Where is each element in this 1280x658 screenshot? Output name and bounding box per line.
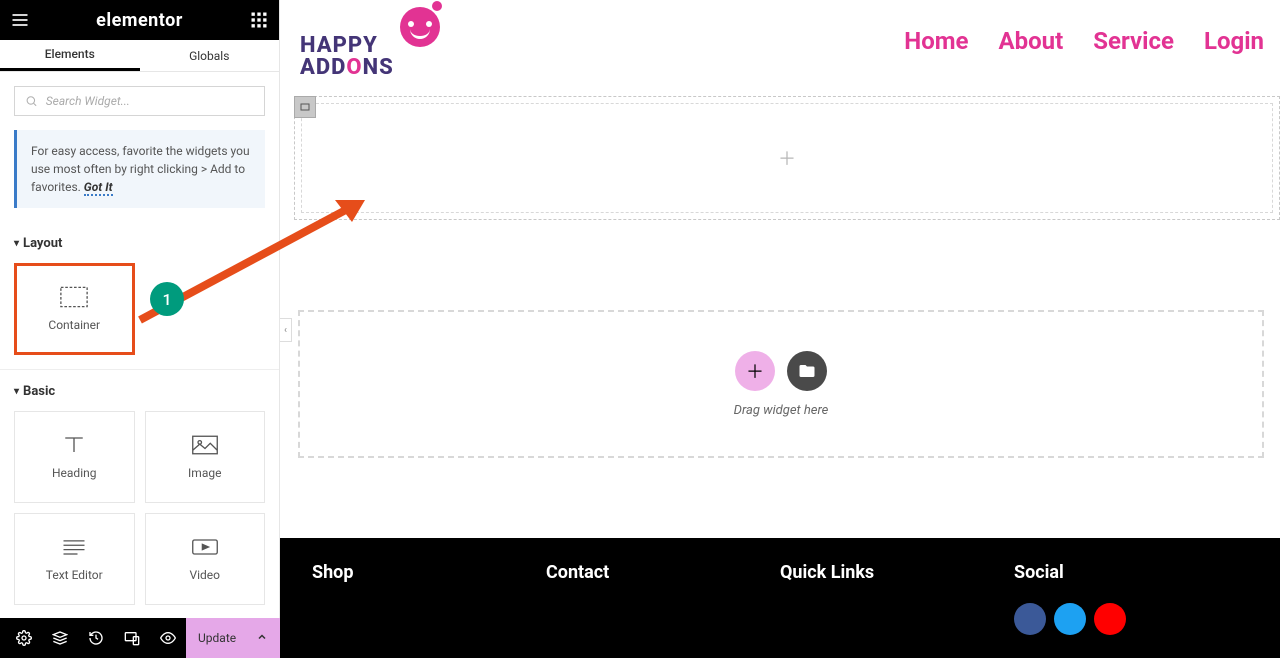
section-layout-title[interactable]: Layout (14, 236, 265, 251)
tip-text: For easy access, favorite the widgets yo… (31, 144, 250, 194)
container-icon (60, 286, 88, 308)
nav-home[interactable]: Home (904, 27, 968, 55)
preview-icon[interactable] (150, 618, 186, 658)
update-area: Update (186, 618, 280, 658)
widget-video-label: Video (189, 568, 220, 582)
navigator-icon[interactable] (42, 618, 78, 658)
search-icon (25, 94, 38, 108)
inner-dropzone[interactable]: ＋ (301, 103, 1273, 213)
widget-container-label: Container (48, 318, 100, 332)
section-handle-icon[interactable] (294, 96, 316, 118)
add-section-button[interactable]: ＋ (735, 351, 775, 391)
add-element-icon[interactable]: ＋ (778, 145, 796, 171)
twitter-icon[interactable] (1054, 603, 1086, 635)
sidebar-footer: Update (0, 618, 279, 658)
logo-face-icon (400, 7, 440, 47)
brand-title: elementor (96, 10, 183, 31)
widget-heading[interactable]: Heading (14, 411, 135, 503)
nav-service[interactable]: Service (1093, 27, 1174, 55)
section-basic-title[interactable]: Basic (14, 384, 265, 399)
preview-nav: Home About Service Login (904, 27, 1264, 55)
section-dropzone[interactable]: ＋ (294, 96, 1280, 220)
text-editor-icon (60, 536, 88, 558)
elementor-sidebar: elementor Elements Globals For easy acce… (0, 0, 280, 658)
responsive-icon[interactable] (114, 618, 150, 658)
tab-globals[interactable]: Globals (140, 40, 280, 71)
youtube-icon[interactable] (1094, 603, 1126, 635)
favorites-tip: For easy access, favorite the widgets yo… (14, 130, 265, 208)
sidebar-header: elementor (0, 0, 279, 40)
annotation-step-badge: 1 (150, 282, 184, 316)
update-caret-icon[interactable] (256, 631, 268, 646)
update-button[interactable]: Update (198, 631, 236, 645)
footer-col-quicklinks: Quick Links (780, 562, 1014, 658)
widget-text-editor-label: Text Editor (46, 568, 103, 582)
section-layout: Layout Container (0, 222, 279, 370)
search-box[interactable] (14, 86, 265, 116)
footer-col-contact: Contact (546, 562, 780, 658)
nav-login[interactable]: Login (1204, 27, 1264, 55)
collapse-sidebar-icon[interactable]: ‹ (280, 318, 292, 342)
widget-video[interactable]: Video (145, 513, 266, 605)
hamburger-menu-icon[interactable] (10, 10, 30, 30)
footer-col-social: Social (1014, 562, 1248, 658)
settings-icon[interactable] (6, 618, 42, 658)
drag-widget-text: Drag widget here (734, 403, 829, 418)
heading-icon (60, 434, 88, 456)
widget-heading-label: Heading (52, 466, 97, 480)
logo-line2: ADDONS (300, 55, 394, 80)
preview-footer: Shop Contact Quick Links Social (280, 538, 1280, 658)
history-icon[interactable] (78, 618, 114, 658)
widget-image[interactable]: Image (145, 411, 266, 503)
empty-section-dropzone[interactable]: ＋ Drag widget here (298, 310, 1264, 458)
widget-text-editor[interactable]: Text Editor (14, 513, 135, 605)
image-icon (191, 434, 219, 456)
video-icon (191, 536, 219, 558)
preview-canvas: HAPPY ADDONS Home About Service Login ＋ … (280, 0, 1280, 658)
section-basic: Basic Heading Image Text Editor (0, 370, 279, 618)
happy-addons-logo: HAPPY ADDONS (300, 7, 440, 75)
preview-header: HAPPY ADDONS Home About Service Login (280, 0, 1280, 82)
nav-about[interactable]: About (999, 27, 1064, 55)
widget-image-label: Image (188, 466, 221, 480)
widget-container[interactable]: Container (14, 263, 135, 355)
tab-elements[interactable]: Elements (0, 40, 140, 71)
add-template-button[interactable] (787, 351, 827, 391)
footer-col-shop: Shop (312, 562, 546, 658)
search-wrapper (0, 72, 279, 130)
facebook-icon[interactable] (1014, 603, 1046, 635)
apps-grid-icon[interactable] (249, 10, 269, 30)
tip-got-it-link[interactable]: Got It (84, 180, 113, 196)
sidebar-tabs: Elements Globals (0, 40, 279, 72)
search-input[interactable] (46, 94, 254, 108)
folder-icon (798, 362, 816, 380)
